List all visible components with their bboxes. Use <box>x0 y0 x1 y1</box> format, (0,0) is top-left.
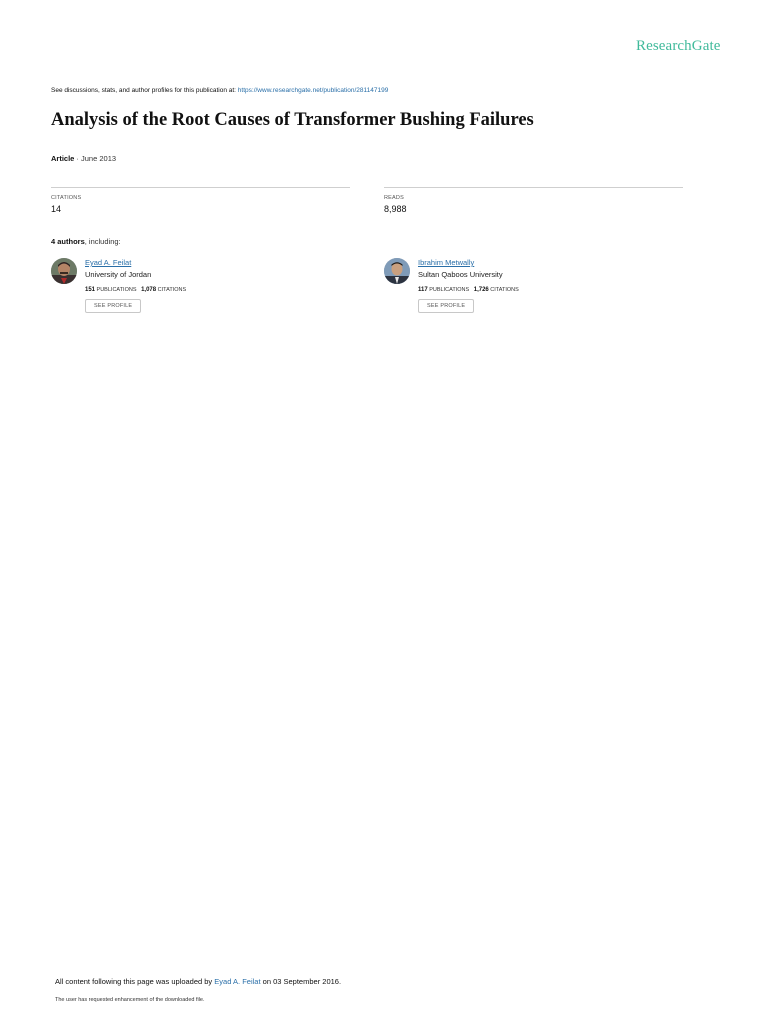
author-institution: Sultan Qaboos University <box>418 270 503 279</box>
author-publications-label: PUBLICATIONS <box>429 287 470 293</box>
publication-title: Analysis of the Root Causes of Transform… <box>51 110 534 130</box>
publication-date: June 2013 <box>81 154 117 163</box>
author-publications-label: PUBLICATIONS <box>96 287 137 293</box>
discussion-prefix: See discussions, stats, and author profi… <box>51 87 238 94</box>
upload-prefix: All content following this page was uplo… <box>55 977 215 986</box>
author-citations-label: CITATIONS <box>490 287 519 293</box>
author-avatar[interactable] <box>51 258 77 284</box>
author-citations-count: 1,078 <box>141 287 157 293</box>
uploader-link[interactable]: Eyad A. Feilat <box>214 977 260 986</box>
author-citations-count: 1,726 <box>473 287 489 293</box>
meta-separator: · <box>74 154 82 163</box>
author-institution: University of Jordan <box>85 270 152 279</box>
author-publications-count: 117 <box>418 287 428 293</box>
author-info: Ibrahim Metwally Sultan Qaboos Universit… <box>418 258 519 313</box>
publication-meta: Article · June 2013 <box>51 154 116 163</box>
author-avatar[interactable] <box>384 258 410 284</box>
authors-count: 4 authors <box>51 237 85 246</box>
avatar-photo-icon <box>51 258 77 284</box>
author-info: Eyad A. Feilat University of Jordan 151 … <box>85 258 186 313</box>
authors-summary: 4 authors, including: <box>51 237 121 246</box>
enhancement-note: The user has requested enhancement of th… <box>55 997 205 1003</box>
discussion-line: See discussions, stats, and author profi… <box>51 87 388 94</box>
author-name-link[interactable]: Eyad A. Feilat <box>85 258 186 268</box>
author-name-link[interactable]: Ibrahim Metwally <box>418 258 519 268</box>
see-profile-button[interactable]: SEE PROFILE <box>85 299 142 313</box>
reads-label: READS <box>384 195 404 201</box>
see-profile-button[interactable]: SEE PROFILE <box>418 299 475 313</box>
author-citations-label: CITATIONS <box>157 287 187 293</box>
publication-link[interactable]: https://www.researchgate.net/publication… <box>238 87 389 94</box>
citations-label: CITATIONS <box>51 195 82 201</box>
author-publications-count: 151 <box>85 287 96 293</box>
researchgate-logo[interactable]: ResearchGate <box>636 38 720 55</box>
citations-stat: CITATIONS 14 <box>51 187 350 214</box>
author-card: Eyad A. Feilat University of Jordan 151 … <box>51 258 351 320</box>
reads-value: 8,988 <box>384 204 407 214</box>
avatar-photo-icon <box>384 258 410 284</box>
authors-suffix: , including: <box>84 237 121 246</box>
author-stats: 117 PUBLICATIONS 1,726 CITATIONS <box>418 286 519 294</box>
publication-type: Article <box>51 154 75 163</box>
reads-stat: READS 8,988 <box>384 187 683 214</box>
upload-suffix: on 03 September 2016. <box>260 977 342 986</box>
author-card: Ibrahim Metwally Sultan Qaboos Universit… <box>384 258 684 320</box>
citations-value: 14 <box>51 204 62 214</box>
upload-notice: All content following this page was uplo… <box>55 977 341 986</box>
author-stats: 151 PUBLICATIONS 1,078 CITATIONS <box>85 286 186 294</box>
